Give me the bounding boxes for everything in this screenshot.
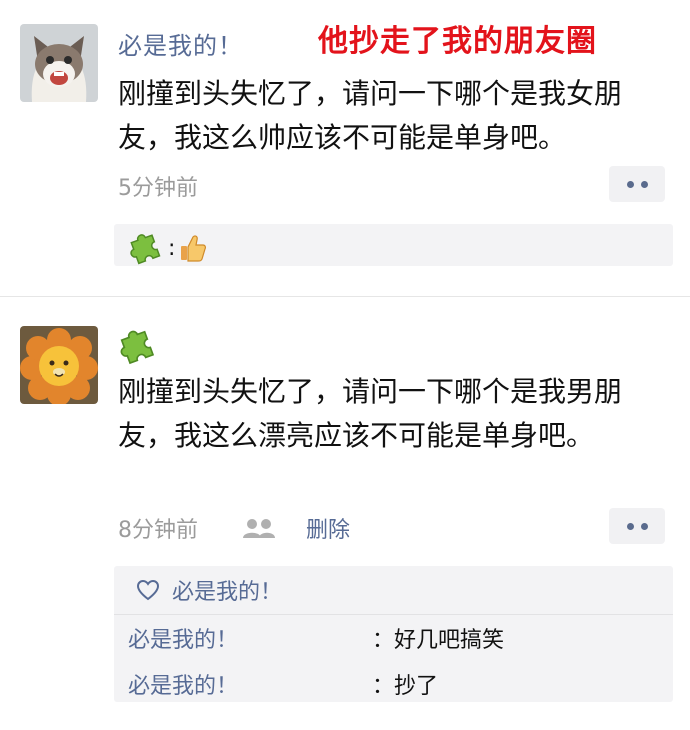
cat-avatar-icon[interactable] [20, 24, 98, 102]
overlay-caption: 他抄走了我的朋友圈 [318, 24, 597, 59]
post-meta: 8分钟前 删除 [118, 512, 350, 544]
heart-icon [136, 579, 160, 601]
post-time: 5分钟前 [118, 176, 198, 201]
comment-text: ：好几吧搞笑 [372, 628, 505, 653]
thumbs-up-icon [181, 235, 207, 262]
comment-row[interactable]: 必是我的！ ：好几吧搞笑 [128, 622, 504, 654]
more-dots-icon [640, 522, 648, 530]
likes-comments-panel: 必是我的！ 必是我的！ ：好几吧搞笑 必是我的！ ：抄了 [114, 566, 673, 702]
more-options-button[interactable] [609, 508, 665, 544]
likes-panel: : [114, 224, 673, 266]
puzzle-icon [130, 234, 161, 265]
post-text: 刚撞到头失忆了，请问一下哪个是我男朋友，我这么漂亮应该不可能是单身吧。 [118, 375, 623, 452]
author-name[interactable]: 必是我的！ [118, 26, 243, 61]
panel-separator [114, 614, 673, 615]
comment-author[interactable]: 必是我的！ [128, 622, 372, 654]
puzzle-icon[interactable] [118, 326, 158, 366]
likes-row: 必是我的！ [136, 574, 282, 606]
moment-post-1: 必是我的！ 他抄走了我的朋友圈 刚撞到头失忆了，请问一下哪个是我女朋友，我这么帅… [0, 0, 690, 296]
post-meta: 5分钟前 [118, 170, 198, 202]
delete-link[interactable]: 删除 [306, 512, 350, 544]
post-time: 8分钟前 [118, 518, 198, 543]
more-dots-icon [626, 180, 634, 188]
moment-post-2: 刚撞到头失忆了，请问一下哪个是我男朋友，我这么漂亮应该不可能是单身吧。 8分钟前… [0, 298, 690, 730]
comment-author[interactable]: 必是我的！ [128, 668, 372, 700]
comment-row[interactable]: 必是我的！ ：抄了 [128, 668, 438, 700]
more-dots-icon [626, 522, 634, 530]
post-text: 刚撞到头失忆了，请问一下哪个是我女朋友，我这么帅应该不可能是单身吧。 [118, 77, 623, 154]
more-dots-icon [640, 180, 648, 188]
liker-name[interactable]: 必是我的！ [172, 574, 282, 606]
friends-icon[interactable] [240, 517, 280, 539]
lion-plush-avatar-icon[interactable] [20, 326, 98, 404]
like-entry[interactable]: : [128, 230, 207, 266]
post-divider [0, 296, 690, 297]
comment-text: ：抄了 [372, 674, 439, 699]
like-colon: : [168, 235, 176, 261]
more-options-button[interactable] [609, 166, 665, 202]
